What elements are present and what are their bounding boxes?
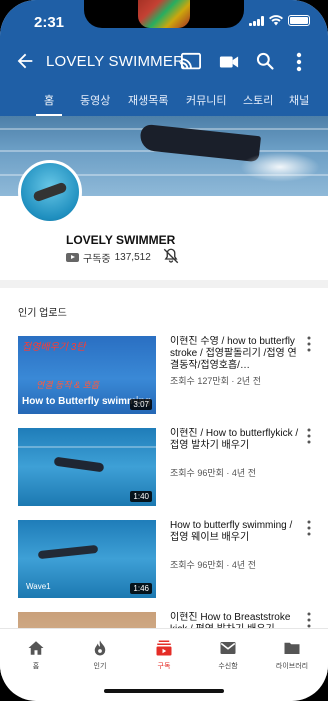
subscriptions-icon [156,640,172,656]
subscribed-icon [66,253,79,262]
tab-stories[interactable]: 스토리 [243,92,273,108]
channel-avatar[interactable] [18,160,82,224]
nav-label: 수신함 [218,663,238,670]
subscribe-label: 구독중 [83,254,111,265]
video-duration: 1:40 [130,491,152,502]
section-divider [0,280,328,288]
video-thumbnail[interactable]: Wave1 1:46 [18,520,156,598]
flame-icon [94,640,106,656]
banner-splash [240,152,320,182]
section-title: 인기 업로드 [18,308,67,319]
thumbnail-caption: 연결 동작 & 호흡 [36,380,100,390]
status-bar: 2:31 [0,0,328,42]
channel-name: LOVELY SWIMMER [66,233,176,247]
video-duration: 1:46 [130,583,152,594]
more-vert-icon[interactable] [306,428,312,444]
video-item[interactable]: 접영배우기 3탄 연결 동작 & 호흡 How to Butterfly swi… [18,336,318,416]
video-title: How to butterfly swimming / 접영 웨이브 배우기 [170,520,293,543]
more-vert-icon[interactable] [306,336,312,352]
bottom-navigation: 홈 인기 구독 수신함 라이브러리 [0,628,328,676]
tab-playlists[interactable]: 재생목록 [128,92,168,108]
thumbnail-caption: Wave1 [26,582,51,591]
notch-art [138,0,190,28]
signal-icon [249,15,264,26]
phone-screen: 2:31 LOVELY SWIMMER 홈 동영상 재생목록 커뮤니티 스토리 … [0,0,328,701]
video-item[interactable]: 1:40 이현진 / How to butterflykick /접영 발차기 … [18,428,318,508]
notch [84,0,244,28]
nav-subscriptions[interactable]: 구독 [134,639,194,671]
video-meta: 조회수 127만회 · 2년 전 [170,376,261,386]
nav-label: 인기 [93,663,107,670]
status-time: 2:31 [34,14,65,31]
video-title: 이현진 수영 / how to butterfly stroke / 접영팔돌리… [170,336,297,371]
nav-label: 라이브러리 [275,663,309,670]
video-duration: 3:07 [130,399,152,410]
video-camera-icon[interactable] [219,53,239,71]
app-bar: LOVELY SWIMMER [0,44,328,80]
library-icon [284,642,300,654]
nav-label: 홈 [32,663,40,670]
more-vert-icon[interactable] [306,520,312,536]
wifi-icon [269,15,283,26]
video-item[interactable]: Wave1 1:46 How to butterfly swimming / 접… [18,520,318,600]
nav-inbox[interactable]: 수신함 [198,639,258,671]
video-meta: 조회수 96만회 · 4년 전 [170,560,256,570]
subscription-status[interactable]: 구독중 137,512 [66,250,151,265]
battery-icon [288,15,310,26]
video-thumbnail[interactable]: 1:40 [18,428,156,506]
appbar-title: LOVELY SWIMMER [46,53,185,70]
inbox-icon [220,642,236,654]
tab-channels[interactable]: 채널 [289,92,309,108]
tab-community[interactable]: 커뮤니티 [186,92,226,108]
nav-home[interactable]: 홈 [6,639,66,671]
more-vert-icon[interactable] [295,51,303,73]
search-icon[interactable] [255,51,275,71]
tab-home[interactable]: 홈 [35,92,63,116]
video-thumbnail[interactable]: 접영배우기 3탄 연결 동작 & 호흡 How to Butterfly swi… [18,336,156,414]
video-title: 이현진 / How to butterflykick /접영 발차기 배우기 [170,428,299,451]
video-meta: 조회수 96만회 · 4년 전 [170,468,256,478]
nav-library[interactable]: 라이브러리 [262,639,322,671]
bell-off-icon[interactable] [162,247,180,265]
back-arrow-icon[interactable] [14,50,36,72]
channel-tabs: 홈 동영상 재생목록 커뮤니티 스토리 채널 [0,84,328,116]
more-vert-icon[interactable] [306,612,312,628]
tab-videos[interactable]: 동영상 [80,92,110,108]
nav-label: 구독 [157,663,171,670]
channel-header: 2:31 LOVELY SWIMMER 홈 동영상 재생목록 커뮤니티 스토리 … [0,0,328,116]
home-icon [28,641,44,655]
status-icons [249,15,310,26]
nav-trending[interactable]: 인기 [70,639,130,671]
home-indicator[interactable] [104,689,224,693]
subscriber-count: 137,512 [114,252,151,263]
cast-icon[interactable] [180,52,202,72]
thumbnail-caption: 접영배우기 3탄 [22,342,86,353]
